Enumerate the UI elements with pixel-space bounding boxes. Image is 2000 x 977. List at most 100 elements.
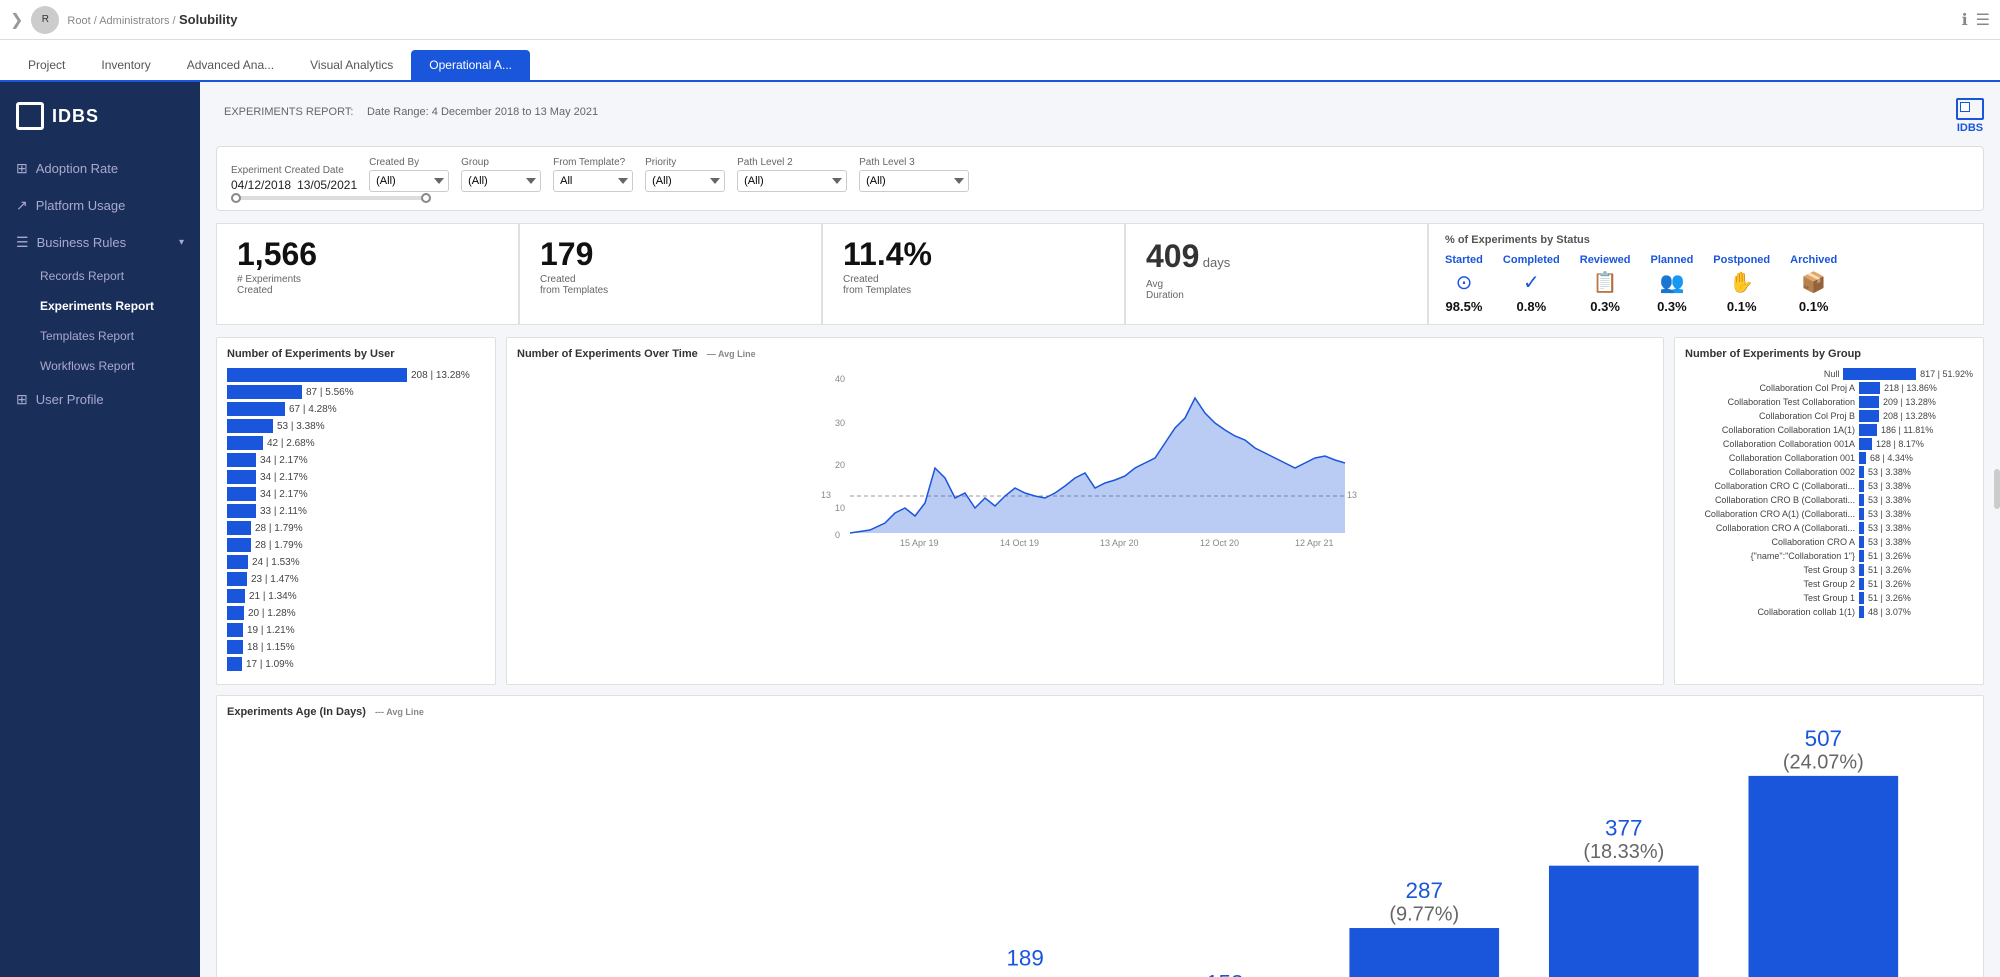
filter-slider xyxy=(231,196,1969,200)
sidebar-sub-records-report[interactable]: Records Report xyxy=(0,261,200,291)
svg-text:13: 13 xyxy=(1347,490,1357,500)
hbar-val: 53 | 3.38% xyxy=(1868,467,1911,477)
svg-text:(9.77%): (9.77%) xyxy=(1389,904,1459,926)
svg-text:377: 377 xyxy=(1605,816,1642,841)
bar-row: 28 | 1.79% xyxy=(227,538,485,552)
filter-to-date: 13/05/2021 xyxy=(297,178,357,192)
filter-path-level2-select[interactable]: (All) xyxy=(737,170,847,192)
bar-fill xyxy=(227,385,302,399)
stat-number: 409 days xyxy=(1146,238,1407,275)
tab-operational-a[interactable]: Operational A... xyxy=(411,50,530,80)
bar-row: 34 | 2.17% xyxy=(227,487,485,501)
slider-track[interactable] xyxy=(231,196,431,200)
hbar-name: Test Group 3 xyxy=(1685,565,1855,575)
sidebar-item-label: Platform Usage xyxy=(36,198,126,213)
status-reviewed: Reviewed 📋 0.3% xyxy=(1580,254,1631,314)
tab-advanced-ana[interactable]: Advanced Ana... xyxy=(169,50,292,80)
filter-group-select[interactable]: (All) xyxy=(461,170,541,192)
filter-priority-select[interactable]: (All) xyxy=(645,170,725,192)
hbar-val: 51 | 3.26% xyxy=(1868,551,1911,561)
tab-inventory[interactable]: Inventory xyxy=(83,50,168,80)
hbar-name: Collaboration CRO B (Collaborati... xyxy=(1685,495,1855,505)
bar-fill xyxy=(227,623,243,637)
menu-icon[interactable]: ☰ xyxy=(1976,10,1990,30)
hbar-fill xyxy=(1859,578,1864,590)
bar-label: 34 | 2.17% xyxy=(260,455,308,466)
hbar-row: Collaboration CRO C (Collaborati...53 | … xyxy=(1685,480,1973,492)
age-bars-container: 19613(0.83%)0-51(0.06%)11-1539(2.49%)46-… xyxy=(227,726,1973,977)
bar-label: 42 | 2.68% xyxy=(267,438,315,449)
status-archived-label[interactable]: Archived xyxy=(1790,254,1837,266)
slider-left-handle[interactable] xyxy=(231,193,241,203)
hbar-row: Collaboration Col Proj A218 | 13.86% xyxy=(1685,382,1973,394)
status-planned-pct: 0.3% xyxy=(1651,299,1694,314)
svg-text:189: 189 xyxy=(1006,945,1043,970)
hbar-name: Collaboration Col Proj B xyxy=(1685,411,1855,421)
filter-group: Group (All) xyxy=(461,157,541,192)
arrow-icon: ↗ xyxy=(16,197,28,214)
bar-label: 34 | 2.17% xyxy=(260,472,308,483)
age-bar xyxy=(1748,776,1898,977)
sidebar-sub-experiments-report[interactable]: Experiments Report xyxy=(0,291,200,321)
status-archived-icon: 📦 xyxy=(1790,270,1837,295)
sidebar-item-user-profile[interactable]: ⊞ User Profile xyxy=(0,381,200,418)
status-archived-pct: 0.1% xyxy=(1790,299,1837,314)
hbar-fill xyxy=(1859,536,1864,548)
top-bar: ❯ R Root / Administrators / Solubility ℹ… xyxy=(0,0,2000,40)
filter-path-level3: Path Level 3 (All) xyxy=(859,157,969,192)
hbar-val: 51 | 3.26% xyxy=(1868,579,1911,589)
hbar-name: Null xyxy=(1685,369,1839,379)
stat-pct-from-templates: 11.4% Created from Templates xyxy=(822,223,1125,325)
status-started-label[interactable]: Started xyxy=(1445,254,1483,266)
bar-label: 24 | 1.53% xyxy=(252,557,300,568)
bar-label: 67 | 4.28% xyxy=(289,404,337,415)
status-reviewed-label[interactable]: Reviewed xyxy=(1580,254,1631,266)
sidebar-sub-workflows-report[interactable]: Workflows Report xyxy=(0,351,200,381)
svg-text:(24.07%): (24.07%) xyxy=(1783,751,1864,773)
report-title-block: EXPERIMENTS REPORT: Date Range: 4 Decemb… xyxy=(216,98,598,121)
hbar-val: 128 | 8.17% xyxy=(1876,439,1924,449)
bar-fill xyxy=(227,419,273,433)
bar-row: 28 | 1.79% xyxy=(227,521,485,535)
svg-text:10: 10 xyxy=(835,503,845,513)
sidebar-item-adoption-rate[interactable]: ⊞ Adoption Rate xyxy=(0,150,200,187)
over-time-chart-title: Number of Experiments Over Time — Avg Li… xyxy=(517,348,1653,360)
hbar-row: Collaboration CRO B (Collaborati... 53 | … xyxy=(1685,494,1973,506)
logo-icon xyxy=(16,102,44,130)
slider-right-handle[interactable] xyxy=(421,193,431,203)
info-icon[interactable]: ℹ xyxy=(1962,10,1968,30)
hbar-name: Collaboration Col Proj A xyxy=(1685,383,1855,393)
stat-experiments-created: 1,566 # Experiments Created xyxy=(216,223,519,325)
filter-created-by-select[interactable]: (All) xyxy=(369,170,449,192)
filters-bar: Experiment Created Date 04/12/2018 13/05… xyxy=(216,146,1984,211)
top-bar-left: ❯ R Root / Administrators / Solubility xyxy=(10,6,237,34)
svg-text:153: 153 xyxy=(1206,970,1243,977)
sidebar-item-platform-usage[interactable]: ↗ Platform Usage xyxy=(0,187,200,224)
nav-arrow-icon[interactable]: ❯ xyxy=(10,10,23,30)
hbar-val: 53 | 3.38% xyxy=(1868,495,1911,505)
breadcrumb: Root / Administrators / Solubility xyxy=(67,12,237,27)
filter-path-level3-select[interactable]: (All) xyxy=(859,170,969,192)
filter-created-by: Created By (All) xyxy=(369,157,449,192)
stat-number: 1,566 xyxy=(237,238,498,270)
sidebar-item-label: User Profile xyxy=(36,392,104,407)
tab-project[interactable]: Project xyxy=(10,50,83,80)
hbar-val: 68 | 4.34% xyxy=(1870,453,1913,463)
status-planned-label[interactable]: Planned xyxy=(1651,254,1694,266)
bar-row: 18 | 1.15% xyxy=(227,640,485,654)
status-started: Started ⊙ 98.5% xyxy=(1445,254,1483,314)
sidebar-sub-templates-report[interactable]: Templates Report xyxy=(0,321,200,351)
status-completed-label[interactable]: Completed xyxy=(1503,254,1560,266)
filter-from-template-label: From Template? xyxy=(553,157,633,168)
over-time-svg: 40 30 20 10 0 13 13 15 Apr 19 14 Oct 19 … xyxy=(517,368,1653,548)
status-postponed-label[interactable]: Postponed xyxy=(1713,254,1770,266)
filter-from-template-select[interactable]: All xyxy=(553,170,633,192)
hbar-val: 186 | 11.81% xyxy=(1881,425,1933,435)
hbar-name: Test Group 2 xyxy=(1685,579,1855,589)
filter-priority: Priority (All) xyxy=(645,157,725,192)
hbar-row: {"name":"Collaboration 1"}51 | 3.26% xyxy=(1685,550,1973,562)
sidebar-item-business-rules[interactable]: ☰ Business Rules ▾ xyxy=(0,224,200,261)
hbar-val: 817 | 51.92% xyxy=(1920,369,1973,379)
tab-visual-analytics[interactable]: Visual Analytics xyxy=(292,50,411,80)
stat-number: 11.4% xyxy=(843,238,1104,270)
